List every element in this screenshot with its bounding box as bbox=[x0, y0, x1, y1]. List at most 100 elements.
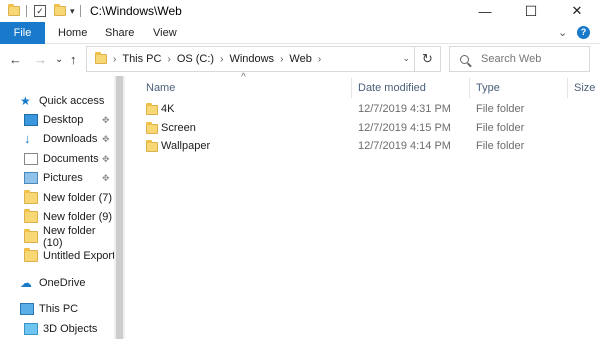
file-name: 4K bbox=[161, 103, 175, 115]
file-type: File folder bbox=[476, 103, 525, 115]
nav-item-label: OneDrive bbox=[39, 277, 86, 289]
folder-icon bbox=[95, 52, 107, 64]
file-type: File folder bbox=[476, 122, 525, 134]
search-placeholder: Search Web bbox=[481, 53, 542, 65]
navigation-pane: ★ Quick access Desktop ✥ ↓ Downloads ✥ D… bbox=[0, 80, 118, 339]
folder-icon bbox=[24, 229, 38, 243]
folder-icon bbox=[24, 190, 38, 204]
new-folder-icon[interactable] bbox=[54, 4, 66, 18]
documents-icon bbox=[24, 153, 38, 165]
file-name: Wallpaper bbox=[161, 140, 211, 152]
pin-icon: ✥ bbox=[102, 115, 110, 125]
up-button[interactable]: ↑ bbox=[70, 52, 77, 67]
window-title: C:\Windows\Web bbox=[90, 4, 182, 18]
maximize-button[interactable]: ☐ bbox=[508, 0, 554, 22]
column-divider[interactable] bbox=[351, 78, 352, 98]
minimize-button[interactable]: — bbox=[462, 0, 508, 22]
tab-file[interactable]: File bbox=[0, 22, 45, 44]
nav-new-folder-10[interactable]: New folder (10) bbox=[24, 225, 118, 249]
breadcrumb-separator[interactable]: › bbox=[167, 54, 170, 65]
file-type: File folder bbox=[476, 140, 525, 152]
back-button[interactable]: ← bbox=[9, 52, 22, 67]
nav-item-label: New folder (10) bbox=[43, 225, 96, 249]
pin-icon: ✥ bbox=[102, 134, 110, 144]
customize-toolbar-dropdown[interactable]: ▾ bbox=[70, 4, 75, 18]
file-date: 12/7/2019 4:15 PM bbox=[358, 122, 451, 134]
sort-indicator-icon: ^ bbox=[241, 72, 246, 83]
pin-icon: ✥ bbox=[102, 154, 110, 164]
nav-item-label: Untitled Export bbox=[43, 250, 116, 262]
tab-view[interactable]: View bbox=[153, 27, 177, 39]
folder-icon bbox=[24, 209, 38, 223]
nav-item-label: Documents bbox=[43, 153, 99, 165]
ribbon-tabs: File Home Share View ⌄ ? bbox=[0, 22, 600, 44]
file-row[interactable]: 4K 12/7/2019 4:31 PM File folder bbox=[140, 101, 600, 119]
pin-icon: ✥ bbox=[102, 173, 110, 183]
nav-item-label: This PC bbox=[39, 303, 79, 315]
nav-item-label: Quick access bbox=[39, 95, 105, 107]
column-divider[interactable] bbox=[469, 78, 470, 98]
scrollbar-thumb[interactable] bbox=[116, 76, 123, 339]
breadcrumb-this-pc[interactable]: This PC bbox=[122, 53, 161, 65]
nav-3d-objects[interactable]: 3D Objects bbox=[24, 320, 97, 338]
nav-item-label: New folder (7) bbox=[43, 192, 113, 204]
file-date: 12/7/2019 4:31 PM bbox=[358, 103, 451, 115]
download-icon: ↓ bbox=[24, 131, 31, 146]
tab-share[interactable]: Share bbox=[105, 27, 134, 39]
breadcrumb-separator[interactable]: › bbox=[280, 54, 283, 65]
folder-icon bbox=[24, 248, 38, 262]
nav-item-label: 3D Objects bbox=[43, 323, 98, 335]
nav-this-pc[interactable]: This PC bbox=[20, 300, 78, 318]
breadcrumb-separator[interactable]: › bbox=[220, 54, 223, 65]
star-icon: ★ bbox=[20, 94, 31, 108]
file-name: Screen bbox=[161, 122, 196, 134]
computer-icon bbox=[20, 303, 34, 315]
help-icon[interactable]: ? bbox=[577, 26, 590, 39]
nav-documents[interactable]: Documents bbox=[24, 150, 99, 168]
toolbar-separator bbox=[26, 4, 27, 18]
column-header-size[interactable]: Size bbox=[574, 82, 595, 94]
folder-icon bbox=[146, 140, 158, 152]
refresh-button[interactable]: ↻ bbox=[415, 46, 441, 72]
folder-icon bbox=[8, 4, 20, 18]
breadcrumb-separator[interactable]: › bbox=[318, 54, 321, 65]
nav-item-label: New folder (9) bbox=[43, 211, 113, 223]
tab-home[interactable]: Home bbox=[58, 27, 87, 39]
toolbar-separator bbox=[80, 4, 81, 18]
file-date: 12/7/2019 4:14 PM bbox=[358, 140, 451, 152]
nav-item-label: Downloads bbox=[43, 133, 98, 145]
expand-ribbon-chevron-icon[interactable]: ⌄ bbox=[558, 26, 567, 39]
address-dropdown-chevron-icon[interactable]: ⌄ bbox=[402, 53, 410, 64]
column-divider[interactable] bbox=[567, 78, 568, 98]
address-bar[interactable]: › This PC › OS (C:) › Windows › Web › ⌄ bbox=[86, 46, 415, 72]
nav-item-label: Desktop bbox=[43, 114, 84, 126]
folder-icon bbox=[146, 103, 158, 115]
nav-downloads[interactable]: ↓ Downloads bbox=[24, 130, 97, 148]
breadcrumb-os-c[interactable]: OS (C:) bbox=[177, 53, 214, 65]
pictures-icon bbox=[24, 172, 38, 184]
desktop-icon bbox=[24, 114, 38, 126]
nav-quick-access[interactable]: ★ Quick access bbox=[20, 92, 104, 110]
breadcrumb-web[interactable]: Web bbox=[289, 53, 311, 65]
column-header-type[interactable]: Type bbox=[476, 82, 500, 94]
file-row[interactable]: Wallpaper 12/7/2019 4:14 PM File folder bbox=[140, 138, 600, 156]
nav-untitled-export[interactable]: Untitled Export bbox=[24, 247, 115, 265]
nav-new-folder-7[interactable]: New folder (7) bbox=[24, 189, 112, 207]
breadcrumb-separator[interactable]: › bbox=[113, 54, 116, 65]
column-header-date-modified[interactable]: Date modified bbox=[358, 82, 426, 94]
file-row[interactable]: Screen 12/7/2019 4:15 PM File folder bbox=[140, 120, 600, 138]
search-icon bbox=[460, 54, 469, 64]
properties-icon[interactable]: ✓ bbox=[34, 4, 46, 18]
title-bar: ✓ ▾ C:\Windows\Web — ☐ ✕ bbox=[0, 0, 600, 22]
close-button[interactable]: ✕ bbox=[554, 0, 600, 22]
nav-pictures[interactable]: Pictures bbox=[24, 169, 83, 187]
nav-pane-scrollbar[interactable] bbox=[114, 76, 125, 339]
column-header-name[interactable]: Name bbox=[146, 82, 175, 94]
nav-onedrive[interactable]: ☁ OneDrive bbox=[20, 274, 85, 292]
nav-new-folder-9[interactable]: New folder (9) bbox=[24, 208, 112, 226]
breadcrumb-windows[interactable]: Windows bbox=[229, 53, 274, 65]
search-box[interactable]: Search Web bbox=[449, 46, 590, 72]
nav-desktop[interactable]: Desktop bbox=[24, 111, 83, 129]
recent-locations-dropdown[interactable]: ⌄ bbox=[55, 54, 63, 65]
forward-button[interactable]: → bbox=[34, 52, 47, 67]
